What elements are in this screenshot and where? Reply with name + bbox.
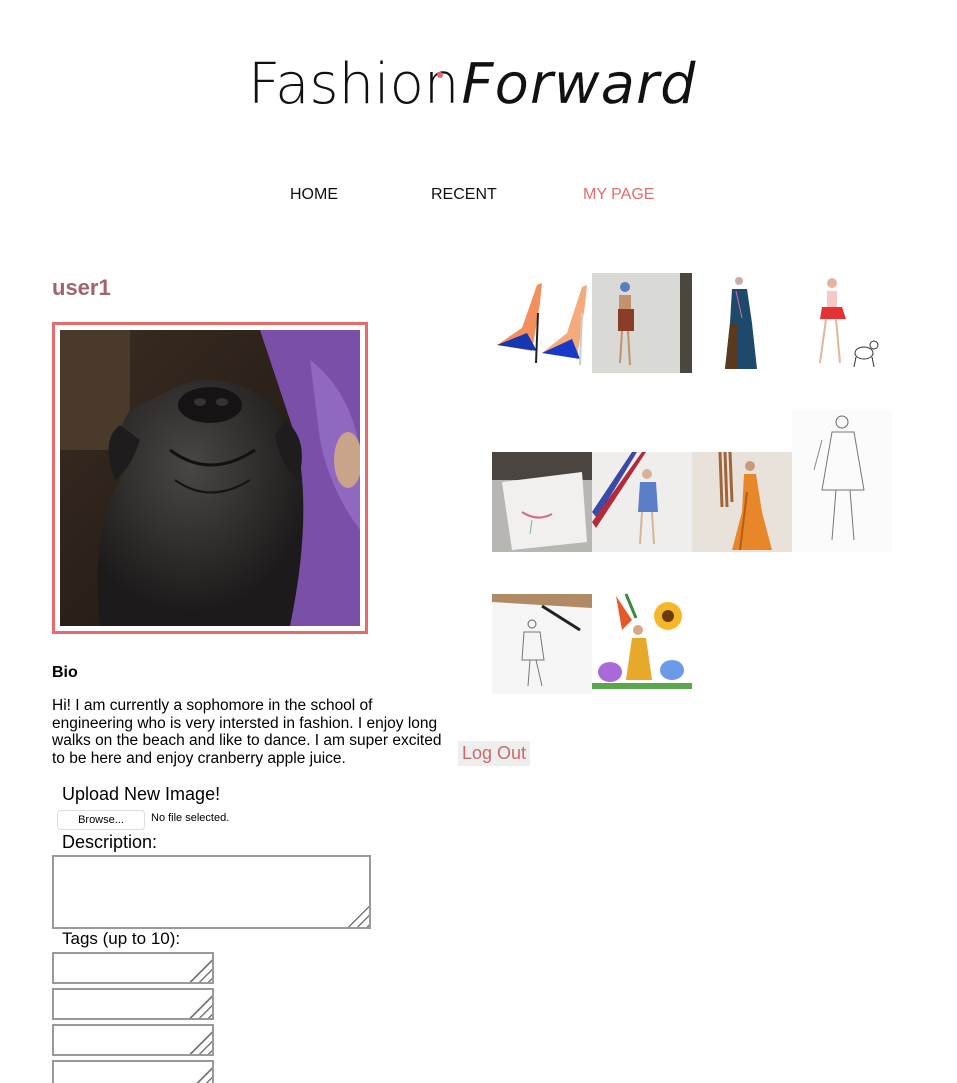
gallery-image[interactable] bbox=[492, 273, 592, 373]
username-heading: user1 bbox=[52, 275, 111, 300]
nav-my-page[interactable]: MY PAGE bbox=[583, 186, 654, 204]
logout-button[interactable]: Log Out bbox=[458, 741, 531, 766]
resize-handle-icon[interactable] bbox=[188, 1030, 212, 1054]
site-logo[interactable]: Fashion Forward bbox=[248, 50, 697, 120]
tag-input[interactable] bbox=[52, 952, 214, 984]
gallery-image[interactable] bbox=[492, 452, 592, 552]
gallery-image[interactable] bbox=[792, 410, 892, 552]
gallery-image[interactable] bbox=[592, 452, 692, 552]
description-textarea[interactable] bbox=[52, 855, 371, 929]
gallery-image[interactable] bbox=[792, 273, 892, 373]
logo-text-forward: Forward bbox=[461, 52, 697, 117]
gallery-image[interactable] bbox=[592, 590, 692, 694]
shoes-sketch-icon bbox=[492, 273, 592, 373]
bio-text: Hi! I am currently a sophomore in the sc… bbox=[52, 697, 442, 767]
gallery-image[interactable] bbox=[492, 594, 592, 694]
gallery-image[interactable] bbox=[592, 273, 692, 373]
resize-handle-icon[interactable] bbox=[188, 994, 212, 1018]
tag-input[interactable] bbox=[52, 988, 214, 1020]
profile-picture-frame bbox=[52, 322, 368, 634]
upload-heading: Upload New Image! bbox=[62, 784, 221, 804]
nav-recent[interactable]: RECENT bbox=[431, 186, 497, 204]
bio-heading: Bio bbox=[52, 664, 78, 681]
browse-file-button[interactable]: Browse... bbox=[57, 810, 145, 830]
nav-home[interactable]: HOME bbox=[290, 186, 338, 204]
resize-handle-icon[interactable] bbox=[188, 1066, 212, 1083]
profile-picture bbox=[60, 330, 360, 626]
resize-handle-icon[interactable] bbox=[188, 958, 212, 982]
tag-input[interactable] bbox=[52, 1060, 214, 1083]
gallery-image[interactable] bbox=[692, 452, 792, 552]
description-label: Description: bbox=[62, 832, 158, 852]
resize-handle-icon[interactable] bbox=[341, 899, 369, 927]
tag-input[interactable] bbox=[52, 1024, 214, 1056]
file-status-text: No file selected. bbox=[151, 812, 230, 824]
logo-dot bbox=[437, 72, 443, 78]
gallery-image[interactable] bbox=[692, 273, 792, 373]
tags-label: Tags (up to 10): bbox=[62, 929, 181, 948]
page: Fashion Forward HOME RECENT MY PAGE user… bbox=[0, 0, 957, 1083]
logo-text-fashion: Fashion bbox=[248, 52, 460, 117]
